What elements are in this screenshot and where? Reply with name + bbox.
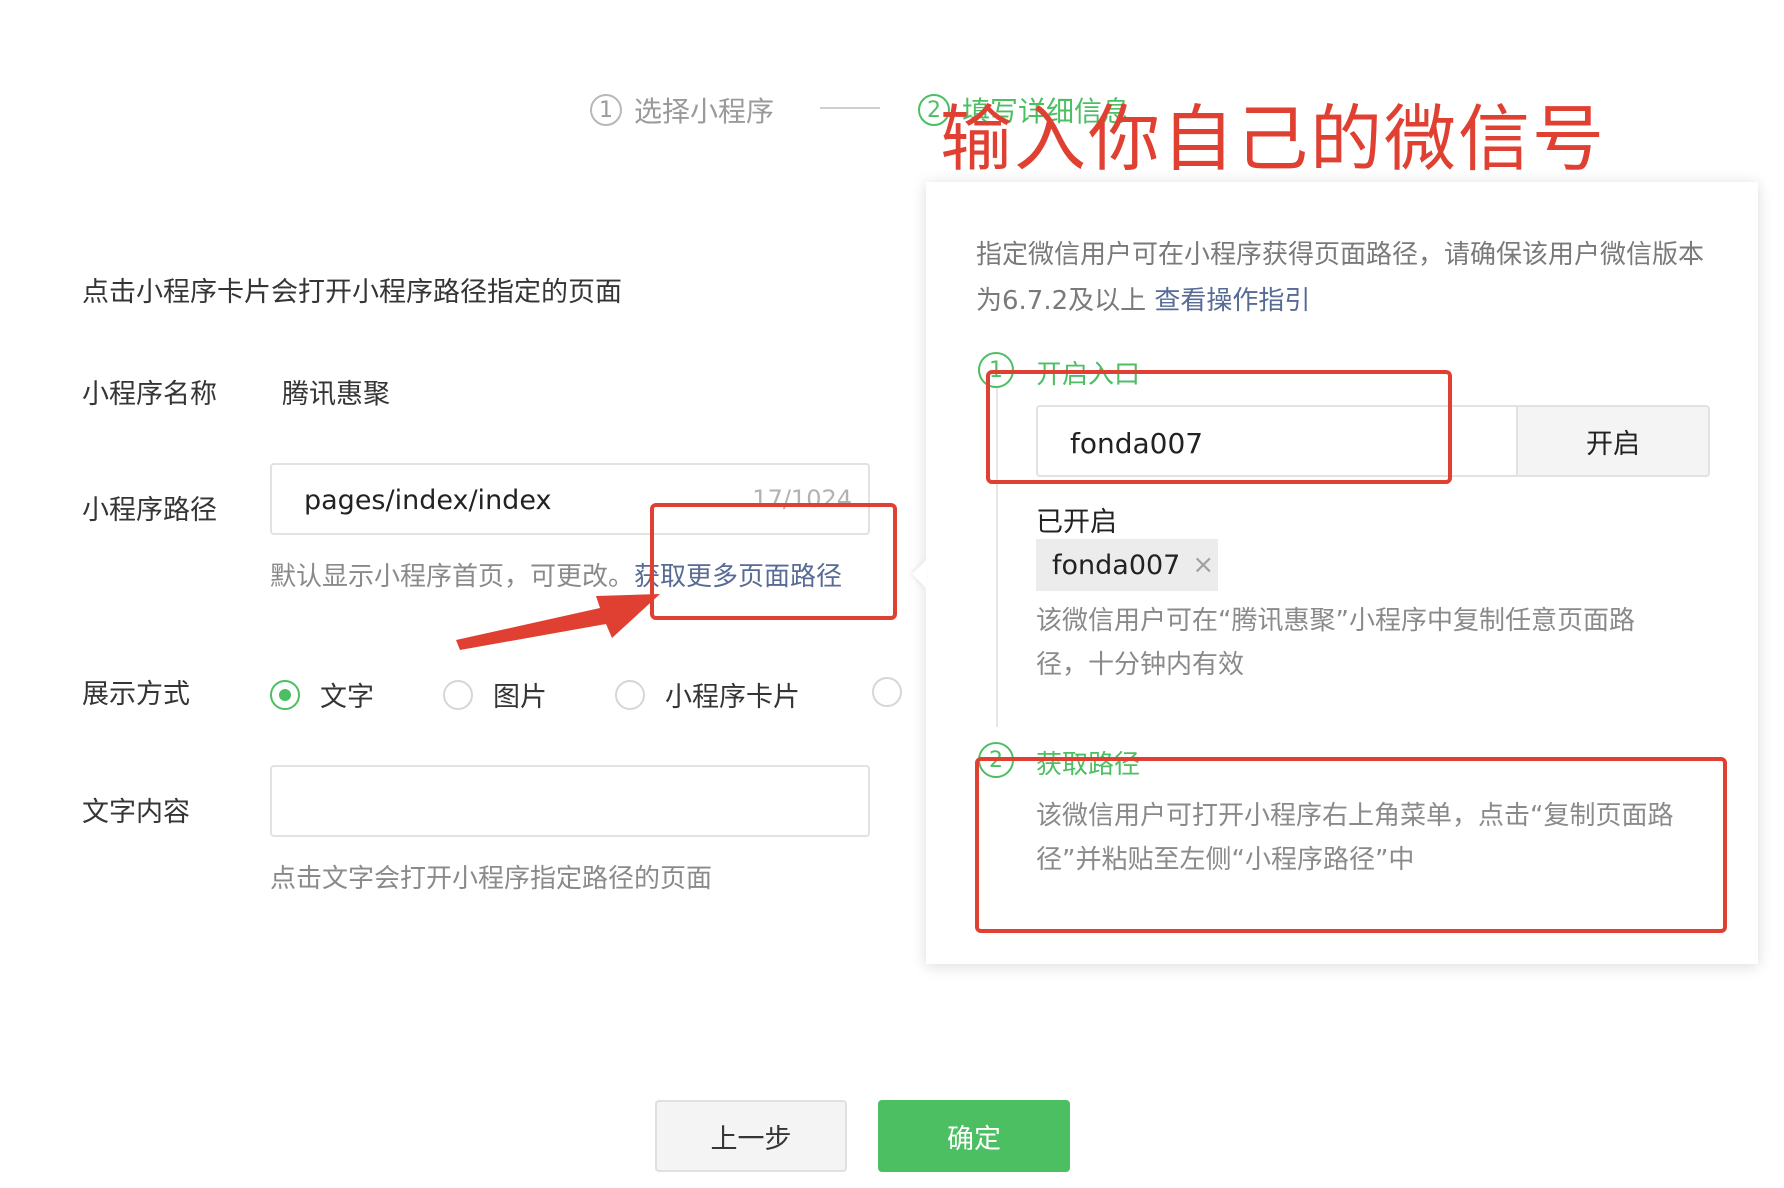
radio-unchecked-icon[interactable]	[443, 679, 473, 710]
display-option-card-label: 小程序卡片	[665, 682, 800, 713]
name-value: 腾讯惠聚	[282, 379, 390, 410]
opened-user-tag: fonda007 ×	[1036, 539, 1218, 591]
radio-checked-icon[interactable]	[270, 679, 300, 710]
display-label: 展示方式	[82, 679, 190, 710]
display-option-card[interactable]: 小程序卡片	[615, 675, 800, 714]
close-icon[interactable]: ×	[1192, 550, 1214, 580]
highlight-box-link	[650, 503, 897, 620]
step-1: 1 选择小程序	[590, 90, 774, 130]
highlight-box-step-2	[975, 757, 1727, 933]
prev-step-button[interactable]: 上一步	[655, 1100, 847, 1172]
popover-description: 指定微信用户可在小程序获得页面路径，请确保该用户微信版本为6.7.2及以上 查看…	[976, 232, 1716, 324]
name-label: 小程序名称	[82, 379, 217, 410]
step-1-note: 该微信用户可在“腾讯惠聚”小程序中复制任意页面路径，十分钟内有效	[1036, 606, 1635, 680]
step-divider	[820, 107, 880, 109]
path-input-value: pages/index/index	[304, 485, 552, 516]
step-1-number: 1	[590, 94, 622, 126]
annotation-arrow-icon	[456, 594, 660, 650]
radio-unchecked-icon[interactable]	[872, 677, 902, 707]
opened-label: 已开启	[1036, 507, 1117, 538]
display-option-image[interactable]: 图片	[443, 675, 547, 714]
display-option-text[interactable]: 文字	[270, 675, 374, 714]
text-content-label: 文字内容	[82, 797, 190, 828]
opened-user-tag-value: fonda007	[1052, 549, 1181, 581]
annotation-text: 输入你自己的微信号	[940, 97, 1607, 181]
radio-unchecked-icon[interactable]	[615, 679, 645, 710]
text-content-input[interactable]	[270, 765, 870, 837]
path-label: 小程序路径	[82, 495, 217, 526]
popover-caret	[912, 560, 926, 588]
text-content-hint: 点击文字会打开小程序指定路径的页面	[270, 864, 713, 894]
guide-link[interactable]: 查看操作指引	[1154, 286, 1310, 316]
display-option-text-label: 文字	[320, 682, 374, 713]
step-1-label: 选择小程序	[634, 95, 775, 128]
open-entry-button[interactable]: 开启	[1516, 405, 1710, 477]
confirm-button[interactable]: 确定	[878, 1100, 1070, 1172]
display-option-image-label: 图片	[493, 682, 547, 713]
form-intro: 点击小程序卡片会打开小程序路径指定的页面	[82, 277, 622, 308]
highlight-box-wechat-input	[986, 370, 1452, 484]
popover-description-text: 指定微信用户可在小程序获得页面路径，请确保该用户微信版本为6.7.2及以上	[976, 240, 1705, 316]
